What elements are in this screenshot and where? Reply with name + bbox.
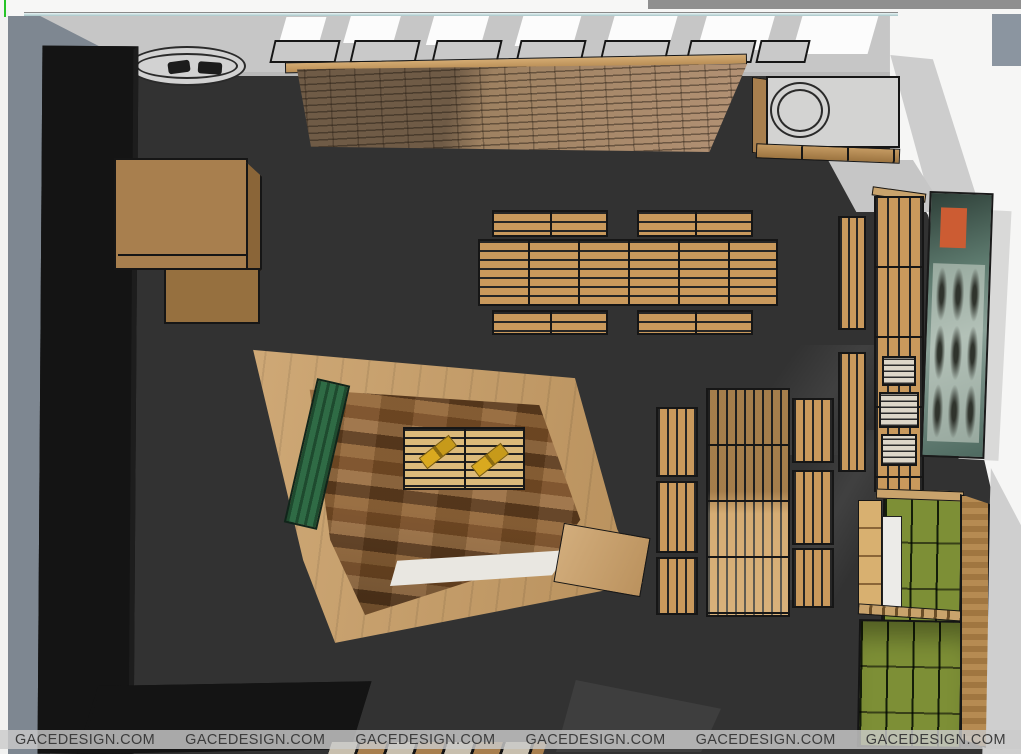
canopy-slat-panel — [283, 64, 749, 152]
woven-basket — [882, 356, 916, 386]
shelf-white-panel — [882, 516, 902, 608]
window-mullion-line — [24, 12, 898, 16]
poster-image — [968, 268, 981, 322]
central-platform — [240, 340, 650, 650]
left-cubby-wall — [38, 46, 139, 754]
watermark-band: GACEDESIGN.COM GACEDESIGN.COM GACEDESIGN.C… — [0, 730, 1021, 749]
desk-extension — [164, 268, 260, 324]
slat-bench — [656, 557, 698, 615]
render-canvas: GACEDESIGN.COM GACEDESIGN.COM GACEDESIGN.C… — [0, 0, 1021, 754]
watermark-text: GACEDESIGN.COM — [696, 732, 836, 748]
slat-bench — [492, 310, 608, 335]
table-divider-line — [464, 429, 466, 488]
watermark-text: GACEDESIGN.COM — [15, 732, 155, 748]
watermark-text: GACEDESIGN.COM — [866, 732, 1006, 748]
watermark-text: GACEDESIGN.COM — [525, 732, 665, 748]
wall-poster — [920, 191, 993, 459]
desk-edge-line — [118, 254, 246, 256]
platform-slat-table — [403, 427, 525, 490]
slat-bench — [656, 481, 698, 553]
top-right-wall-segment — [992, 14, 1021, 66]
slat-bench — [792, 470, 834, 545]
slat-bench — [637, 310, 753, 335]
desk-side-face — [246, 162, 262, 284]
poster-image — [951, 268, 964, 322]
narrow-slat-display — [838, 216, 866, 330]
horizontal-slat-tables — [478, 206, 778, 340]
seated-figure — [471, 443, 510, 477]
shelf-tan-column — [858, 500, 882, 610]
poster-image — [949, 326, 962, 380]
large-slat-table — [478, 239, 778, 306]
watermark-text: GACEDESIGN.COM — [355, 732, 495, 748]
slat-bench — [637, 210, 753, 237]
poster-image-grid — [927, 263, 985, 443]
desk-top — [114, 158, 248, 270]
poster-image — [947, 384, 960, 438]
slat-bench — [792, 398, 834, 463]
green-shelving-unit — [858, 488, 990, 754]
oval-meeting-table — [128, 46, 246, 86]
skylight-patch — [280, 17, 327, 41]
vertical-slat-tables — [650, 385, 845, 620]
narrow-slat-display — [838, 352, 866, 472]
slat-bench — [656, 407, 698, 477]
poster-image — [935, 267, 948, 321]
tall-slat-table — [706, 388, 790, 617]
left-wall-outer-edge — [0, 10, 9, 754]
chair — [198, 61, 223, 75]
poster-orange-block — [940, 207, 967, 248]
woven-basket — [881, 434, 917, 466]
seated-figure — [419, 435, 458, 469]
slat-bench — [792, 548, 834, 608]
top-gray-strip — [648, 0, 1021, 9]
poster-image — [933, 326, 946, 380]
poster-image — [964, 385, 977, 439]
poster-image — [966, 327, 979, 381]
service-counter — [752, 70, 904, 162]
slat-bench — [492, 210, 608, 237]
round-table-inner — [777, 89, 823, 132]
axis-guide-line — [4, 0, 6, 17]
wide-slat-display — [874, 196, 924, 492]
skylight-patch — [343, 16, 401, 43]
shelf-wood-side-panel — [960, 494, 990, 748]
watermark-text: GACEDESIGN.COM — [185, 732, 325, 748]
poster-image — [931, 384, 944, 438]
timber-slat-canopy — [283, 50, 749, 152]
clerestory-window-frame — [755, 40, 810, 63]
woven-basket — [879, 392, 919, 428]
reception-desk — [114, 158, 264, 336]
